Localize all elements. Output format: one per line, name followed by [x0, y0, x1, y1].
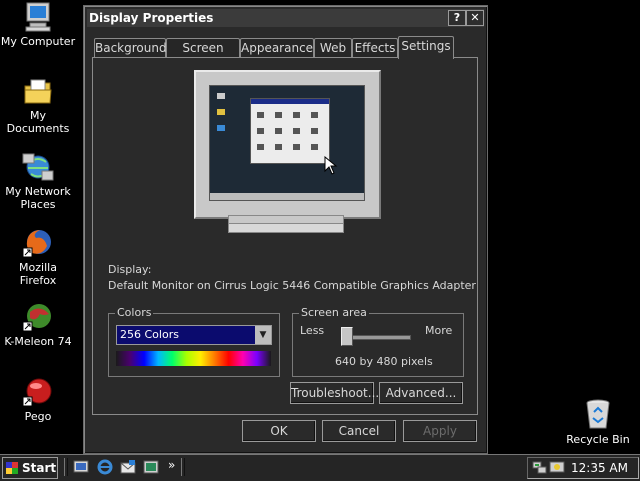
media-player-icon[interactable]	[143, 459, 159, 475]
colors-selected-value: 256 Colors	[120, 328, 179, 341]
more-label: More	[425, 324, 453, 337]
display-tray-icon[interactable]	[549, 461, 565, 475]
color-spectrum-bar	[116, 351, 271, 366]
taskbar-divider	[181, 458, 185, 476]
network-tray-icon[interactable]	[532, 461, 548, 475]
advanced-button[interactable]: Advanced...	[379, 382, 463, 404]
title-bar[interactable]: Display Properties ? ✕	[87, 9, 484, 27]
desktop-icon-my-network-places[interactable]: My Network Places	[0, 152, 76, 211]
tab-screen-saver[interactable]: Screen Saver	[166, 38, 240, 73]
recycle-bin-icon	[586, 399, 610, 429]
monitor-preview	[194, 70, 381, 219]
desktop-icon-label: K-Meleon 74	[4, 335, 72, 348]
monitor-stand-base	[228, 223, 344, 233]
colors-dropdown[interactable]: 256 Colors ▼	[116, 325, 272, 345]
tab-settings[interactable]: Settings	[398, 36, 454, 59]
outlook-express-icon[interactable]	[120, 459, 136, 475]
preview-taskbar	[210, 193, 364, 200]
internet-explorer-icon[interactable]	[97, 459, 113, 475]
desktop-icon-label: Mozilla Firefox	[19, 261, 57, 287]
display-adapter-text: Default Monitor on Cirrus Logic 5446 Com…	[108, 279, 476, 292]
screen-area-legend: Screen area	[299, 306, 369, 319]
monitor-screen	[209, 85, 365, 201]
folder-icon	[24, 79, 52, 104]
desktop-icon-recycle-bin[interactable]: Recycle Bin	[560, 398, 636, 446]
kmeleon-icon	[22, 304, 51, 332]
windows-logo-icon	[6, 462, 18, 474]
desktop-icon-label: My Documents	[6, 109, 70, 135]
quicklaunch-divider	[64, 458, 68, 476]
ok-button[interactable]: OK	[242, 420, 316, 442]
tab-web[interactable]: Web	[314, 38, 352, 58]
preview-window-icons	[257, 112, 318, 150]
display-properties-window: Display Properties ? ✕ Background Screen…	[83, 5, 488, 454]
desktop-icon-mozilla-firefox[interactable]: Mozilla Firefox	[0, 228, 76, 287]
computer-icon	[25, 2, 51, 32]
tab-background[interactable]: Background	[94, 38, 167, 58]
clock[interactable]: 12:35 AM	[571, 461, 628, 475]
system-tray: 12:35 AM	[527, 457, 639, 479]
screen-area-group: Screen area Less More 640 by 480 pixels	[292, 306, 464, 377]
troubleshoot-button[interactable]: Troubleshoot...	[290, 382, 379, 404]
cancel-button[interactable]: Cancel	[322, 420, 396, 442]
apply-button: Apply	[403, 420, 477, 442]
colors-group: Colors 256 Colors ▼	[108, 306, 280, 377]
colors-legend: Colors	[115, 306, 154, 319]
desktop-icon-label: Recycle Bin	[566, 433, 630, 446]
chevron-down-icon[interactable]: ▼	[255, 326, 271, 344]
taskbar: Start » 12:35 AM	[0, 454, 640, 481]
desktop-icon-label: Pego	[24, 410, 52, 423]
desktop-icon-pego[interactable]: Pego	[0, 377, 76, 423]
resolution-text: 640 by 480 pixels	[335, 355, 433, 368]
tab-effects[interactable]: Effects	[352, 38, 398, 58]
show-desktop-icon[interactable]	[73, 459, 89, 475]
help-button[interactable]: ?	[448, 10, 466, 26]
firefox-icon	[22, 230, 51, 258]
preview-window	[250, 98, 330, 164]
display-label: Display:	[108, 263, 152, 276]
tab-appearance[interactable]: Appearance	[240, 38, 314, 58]
close-button[interactable]: ✕	[466, 10, 484, 26]
desktop-icon-label: My Network	[5, 185, 71, 198]
network-icon	[22, 153, 54, 181]
settings-panel: Display: Default Monitor on Cirrus Logic…	[92, 57, 478, 415]
quicklaunch-overflow-icon[interactable]: »	[168, 458, 175, 472]
start-label: Start	[22, 461, 57, 475]
less-label: Less	[300, 324, 325, 337]
mouse-cursor-icon	[324, 156, 338, 175]
screen-area-slider-thumb[interactable]	[341, 327, 353, 346]
window-title: Display Properties	[89, 11, 214, 25]
desktop-icon-label: My Computer	[0, 35, 76, 48]
desktop-icon-k-meleon[interactable]: K-Meleon 74	[0, 302, 76, 348]
start-button[interactable]: Start	[2, 457, 58, 479]
pego-icon	[22, 378, 52, 407]
desktop-icon-my-computer[interactable]: My Computer	[0, 2, 76, 48]
desktop-icon-my-documents[interactable]: My Documents	[0, 78, 76, 135]
desktop-icon-label-line2: Places	[20, 198, 56, 211]
preview-desktop-icons	[217, 93, 225, 131]
